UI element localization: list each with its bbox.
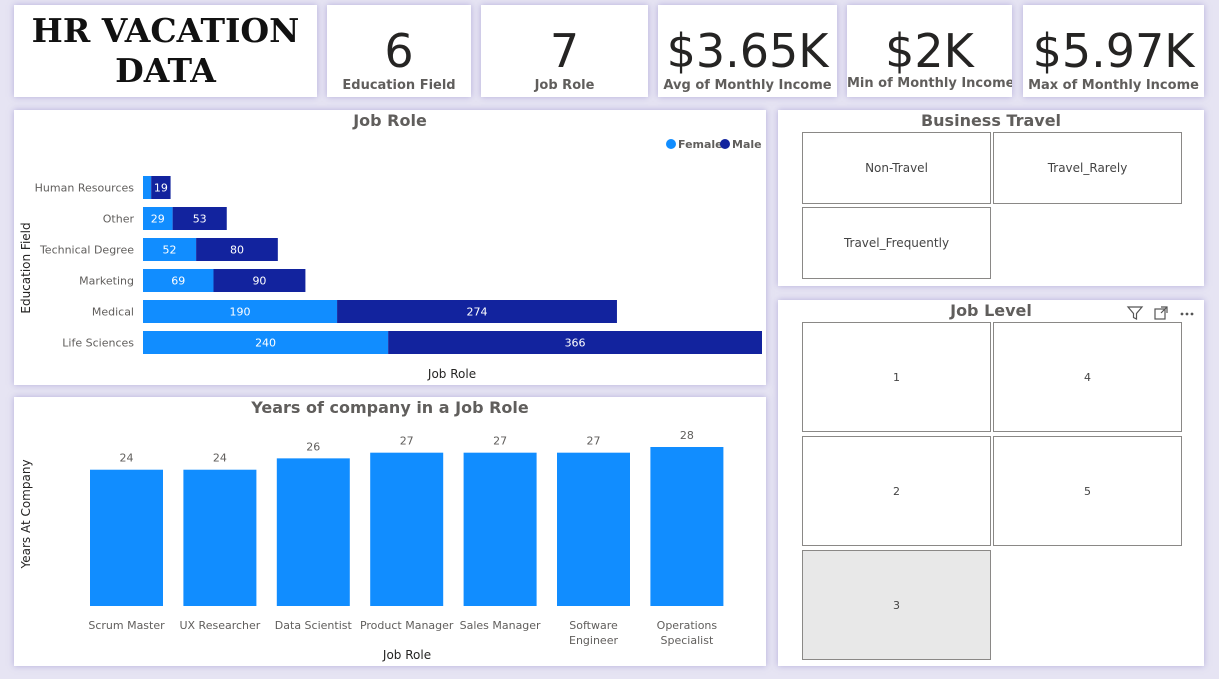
- legend-male-marker: [720, 139, 730, 149]
- y-tick-label-marketing: Marketing: [79, 275, 134, 288]
- y-tick-label-technical-degree: Technical Degree: [39, 244, 134, 257]
- legend-male-label: Male: [732, 138, 762, 151]
- kpi-value: $5.97K: [1032, 24, 1195, 78]
- slicer-option-non-travel[interactable]: Non-Travel: [802, 132, 991, 204]
- kpi-education-field[interactable]: 6 Education Field: [327, 5, 471, 97]
- slicer-option-level-3[interactable]: 3: [802, 550, 991, 660]
- x-tick-label-operations-specialist: Operations Specialist: [657, 619, 718, 647]
- focus-mode-icon[interactable]: [1152, 304, 1170, 322]
- slicer-option-level-2[interactable]: 2: [802, 436, 991, 546]
- kpi-value: 7: [549, 24, 580, 78]
- y-axis-title: Education Field: [19, 222, 33, 313]
- data-label-ux-researcher: 24: [213, 452, 227, 465]
- bar-ux-researcher[interactable]: [183, 469, 257, 606]
- title-line-2: DATA: [115, 51, 216, 90]
- more-options-icon[interactable]: [1178, 304, 1196, 322]
- x-tick-label-software-engineer: Software Engineer: [569, 619, 618, 647]
- dashboard-title-card: HR VACATION DATA: [14, 5, 317, 97]
- filter-icon[interactable]: [1126, 304, 1144, 322]
- x-axis-title: Job Role: [382, 648, 431, 662]
- data-label-female-other: 29: [151, 213, 165, 226]
- kpi-value: 6: [384, 24, 414, 78]
- data-label-female-marketing: 69: [171, 275, 185, 288]
- x-tick-label-data-scientist: Data Scientist: [275, 619, 353, 632]
- data-label-software-engineer: 27: [587, 435, 601, 448]
- kpi-avg-monthly-income[interactable]: $3.65K Avg of Monthly Income: [658, 5, 837, 97]
- slicer-option-travel-rarely[interactable]: Travel_Rarely: [993, 132, 1182, 204]
- kpi-label: Job Role: [534, 78, 595, 93]
- y-tick-label-medical: Medical: [92, 306, 134, 319]
- legend-female-label: Female: [678, 138, 723, 151]
- slicer-option-level-1[interactable]: 1: [802, 322, 991, 432]
- data-label-male-medical: 274: [467, 306, 488, 319]
- bar-scrum-master[interactable]: [90, 469, 163, 606]
- kpi-value: $2K: [885, 24, 974, 78]
- data-label-female-medical: 190: [230, 306, 251, 319]
- x-tick-label-sales-manager: Sales Manager: [460, 619, 541, 632]
- data-label-scrum-master: 24: [120, 452, 134, 465]
- bar-operations-specialist[interactable]: [650, 447, 724, 606]
- bar-sales-manager[interactable]: [463, 452, 537, 606]
- data-label-operations-specialist: 28: [680, 429, 694, 442]
- years-chart-card[interactable]: Years of company in a Job Role Years At …: [14, 397, 766, 666]
- kpi-max-monthly-income[interactable]: $5.97K Max of Monthly Income: [1023, 5, 1204, 97]
- data-label-male-other: 53: [193, 213, 207, 226]
- kpi-label: Education Field: [342, 78, 456, 93]
- job-role-chart: Female Male Education Field Job Role Hum…: [19, 138, 762, 381]
- data-label-product-manager: 27: [400, 435, 414, 448]
- kpi-min-monthly-income[interactable]: $2K Min of Monthly Income: [847, 5, 1012, 97]
- y-axis-title: Years At Company: [19, 459, 33, 569]
- x-axis-title: Job Role: [427, 367, 476, 381]
- kpi-label: Avg of Monthly Income: [663, 78, 832, 93]
- y-tick-label-other: Other: [103, 213, 135, 226]
- dashboard-title: HR VACATION DATA: [32, 11, 300, 91]
- y-tick-label-life-sciences: Life Sciences: [62, 337, 134, 350]
- job-level-slicer: Job Level 1 4 2 5 3: [778, 300, 1204, 666]
- kpi-job-role[interactable]: 7 Job Role: [481, 5, 648, 97]
- years-chart: Years At Company Job Role 24 Scrum Master…: [19, 429, 724, 662]
- data-label-female-life-sciences: 240: [255, 337, 276, 350]
- visual-header-icons: [1126, 304, 1196, 322]
- data-label-male-marketing: 90: [252, 275, 266, 288]
- bar-data-scientist[interactable]: [276, 458, 350, 606]
- data-label-data-scientist: 26: [306, 440, 320, 453]
- legend[interactable]: Female Male: [666, 138, 762, 151]
- legend-female-marker: [666, 139, 676, 149]
- slicer-option-travel-frequently[interactable]: Travel_Frequently: [802, 207, 991, 279]
- data-label-sales-manager: 27: [493, 435, 507, 448]
- kpi-label: Min of Monthly Income: [847, 76, 1012, 91]
- x-tick-label-product-manager: Product Manager: [360, 619, 454, 632]
- data-label-male-human-resources: 19: [154, 182, 168, 195]
- data-label-male-life-sciences: 366: [565, 337, 586, 350]
- kpi-label: Max of Monthly Income: [1028, 78, 1199, 93]
- kpi-value: $3.65K: [666, 24, 829, 78]
- y-tick-label-human-resources: Human Resources: [35, 182, 135, 195]
- slicer-option-level-4[interactable]: 4: [993, 322, 1182, 432]
- data-label-male-technical-degree: 80: [230, 244, 244, 257]
- data-label-female-technical-degree: 52: [163, 244, 177, 257]
- title-line-1: HR VACATION: [31, 11, 300, 50]
- bar-software-engineer[interactable]: [557, 452, 630, 606]
- business-travel-title: Business Travel: [920, 111, 1062, 130]
- x-tick-label-scrum-master: Scrum Master: [88, 619, 165, 632]
- slicer-option-level-5[interactable]: 5: [993, 436, 1182, 546]
- bar-female-human-resources[interactable]: [143, 176, 152, 199]
- x-tick-label-ux-researcher: UX Researcher: [179, 619, 260, 632]
- bar-product-manager[interactable]: [370, 452, 444, 606]
- business-travel-slicer: Business Travel Non-Travel Travel_Rarely…: [778, 110, 1204, 286]
- job-role-chart-card[interactable]: Job Role Female Male Education Field Job…: [14, 110, 766, 385]
